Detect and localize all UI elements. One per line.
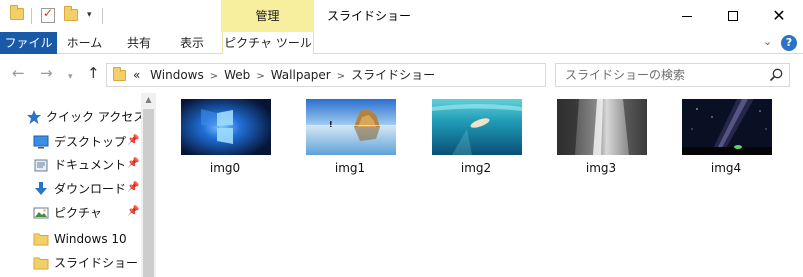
download-icon: [35, 182, 47, 195]
breadcrumb-item-windows[interactable]: Windows: [150, 68, 204, 82]
breadcrumb: « Windows > Web > Wallpaper > スライドショー: [133, 64, 435, 86]
maximize-button[interactable]: [710, 0, 756, 32]
toolbar-separator: [31, 8, 32, 24]
recent-locations-chevron-icon[interactable]: ▾: [68, 69, 73, 85]
image-thumbnail: [557, 99, 647, 155]
breadcrumb-item-slideshow[interactable]: スライドショー: [351, 68, 435, 82]
minimize-icon: [682, 15, 692, 17]
new-folder-icon[interactable]: [64, 6, 78, 21]
address-bar[interactable]: « Windows>Web>Wallpaper>スライドショー ⌄ ↻: [106, 63, 649, 87]
toolbar-separator: [102, 8, 103, 24]
search-icon[interactable]: [768, 67, 784, 83]
breadcrumb-overflow[interactable]: «: [133, 68, 140, 82]
folder-icon: [33, 257, 49, 270]
tab-view[interactable]: 表示: [166, 32, 218, 54]
chevron-right-icon[interactable]: >: [256, 71, 264, 82]
title-bar: ▾ 管理 スライドショー ✕: [0, 0, 803, 32]
pin-icon[interactable]: 📌: [127, 206, 139, 217]
help-icon[interactable]: ?: [781, 35, 797, 51]
sidebar-item-downloads[interactable]: ダウンロード 📌: [0, 177, 141, 201]
expand-ribbon-chevron-icon[interactable]: ⌄: [763, 35, 772, 48]
folder-icon: [113, 67, 126, 81]
sidebar-item-label: クイック アクセス: [46, 110, 146, 124]
file-name: img1: [334, 161, 366, 175]
scrollbar-thumb[interactable]: [143, 109, 154, 277]
sidebar-item-desktop[interactable]: デスクトップ 📌: [0, 130, 141, 154]
scroll-up-arrow-icon[interactable]: ▲: [141, 93, 156, 107]
tab-share[interactable]: 共有: [112, 32, 166, 54]
pin-icon[interactable]: 📌: [127, 158, 139, 169]
breadcrumb-item-wallpaper[interactable]: Wallpaper: [271, 68, 331, 82]
sidebar-item-documents[interactable]: ドキュメント 📌: [0, 153, 141, 177]
file-item-img4[interactable]: img4: [670, 99, 782, 179]
breadcrumb-item-web[interactable]: Web: [224, 68, 250, 82]
sidebar-item-slideshow[interactable]: スライドショー: [0, 251, 141, 275]
desktop-icon: [33, 135, 49, 149]
sidebar-item-quick-access[interactable]: クイック アクセス: [0, 105, 145, 129]
customize-toolbar-dropdown[interactable]: ▾: [87, 10, 92, 20]
search-input[interactable]: スライドショーの検索: [565, 64, 685, 86]
navigation-pane: クイック アクセス デスクトップ 📌 ドキュメント 📌 ダウンロード 📌 ピクチ…: [0, 93, 145, 277]
file-list: img0 img1 img2 img3 img4: [156, 93, 803, 277]
file-item-img0[interactable]: img0: [169, 99, 281, 179]
file-item-img3[interactable]: img3: [545, 99, 657, 179]
folder-icon: [10, 5, 24, 20]
navigation-pane-scrollbar[interactable]: ▲: [141, 93, 156, 277]
sidebar-item-label: ピクチャ: [54, 206, 102, 220]
file-name: img2: [460, 161, 492, 175]
image-thumbnail: [682, 99, 772, 155]
sidebar-item-label: デスクトップ: [54, 135, 127, 149]
file-name: img4: [710, 161, 742, 175]
context-tab-title: 管理: [255, 9, 280, 23]
file-name: img3: [585, 161, 617, 175]
pictures-icon: [33, 207, 49, 219]
sidebar-item-label: Windows 10: [54, 232, 127, 246]
sidebar-item-label: ダウンロード: [54, 182, 127, 196]
minimize-button[interactable]: [664, 0, 710, 32]
pin-icon[interactable]: 📌: [127, 135, 139, 146]
up-arrow-icon[interactable]: ↑: [87, 65, 100, 81]
sidebar-item-label: スライドショー: [54, 256, 139, 270]
folder-icon: [33, 233, 49, 246]
tab-file[interactable]: ファイル: [0, 32, 57, 54]
image-thumbnail: [181, 99, 271, 155]
ribbon-tab-bar: ファイル ホーム 共有 表示 ピクチャ ツール ⌄ ?: [0, 32, 803, 54]
documents-icon: [34, 159, 48, 172]
properties-icon[interactable]: [41, 6, 55, 23]
star-icon: [27, 110, 41, 124]
sidebar-item-pictures[interactable]: ピクチャ 📌: [0, 201, 141, 225]
image-thumbnail: [432, 99, 522, 155]
tab-picture-tools[interactable]: ピクチャ ツール: [222, 32, 314, 54]
close-button[interactable]: ✕: [756, 0, 802, 32]
search-box[interactable]: スライドショーの検索: [555, 63, 790, 87]
file-item-img2[interactable]: img2: [420, 99, 532, 179]
maximize-icon: [728, 11, 738, 21]
chevron-right-icon[interactable]: >: [337, 71, 345, 82]
file-item-img1[interactable]: img1: [294, 99, 406, 179]
back-arrow-icon[interactable]: ←: [12, 65, 25, 81]
window-title: スライドショー: [327, 9, 412, 23]
sidebar-item-label: ドキュメント: [54, 158, 127, 172]
pin-icon[interactable]: 📌: [127, 182, 139, 193]
sidebar-item-windows-10[interactable]: Windows 10: [0, 227, 141, 251]
address-row: ← → ▾ ↑ « Windows > Web > Wallpaper > スライドショー …: [0, 55, 803, 93]
close-icon: ✕: [772, 6, 786, 25]
file-name: img0: [209, 161, 241, 175]
forward-arrow-icon[interactable]: →: [40, 65, 53, 81]
chevron-right-icon[interactable]: >: [210, 71, 218, 82]
image-thumbnail: [306, 99, 396, 155]
tab-home[interactable]: ホーム: [57, 32, 112, 54]
